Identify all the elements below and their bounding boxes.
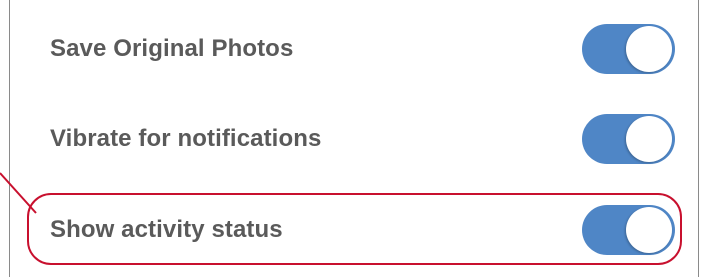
setting-row-vibrate-for-notifications: Vibrate for notifications [10, 94, 698, 184]
setting-label: Show activity status [50, 216, 283, 243]
toggle-knob [626, 207, 672, 253]
show-activity-status-toggle[interactable] [582, 205, 675, 255]
setting-row-show-activity-status: Show activity status [10, 185, 698, 275]
settings-panel: Save Original Photos Vibrate for notific… [9, 0, 699, 277]
toggle-knob [626, 26, 672, 72]
setting-row-save-original-photos: Save Original Photos [10, 4, 698, 94]
setting-label: Vibrate for notifications [50, 125, 322, 152]
vibrate-for-notifications-toggle[interactable] [582, 114, 675, 164]
toggle-knob [626, 116, 672, 162]
screenshot-stage: Save Original Photos Vibrate for notific… [0, 0, 703, 277]
save-original-photos-toggle[interactable] [582, 24, 675, 74]
setting-label: Save Original Photos [50, 35, 294, 62]
